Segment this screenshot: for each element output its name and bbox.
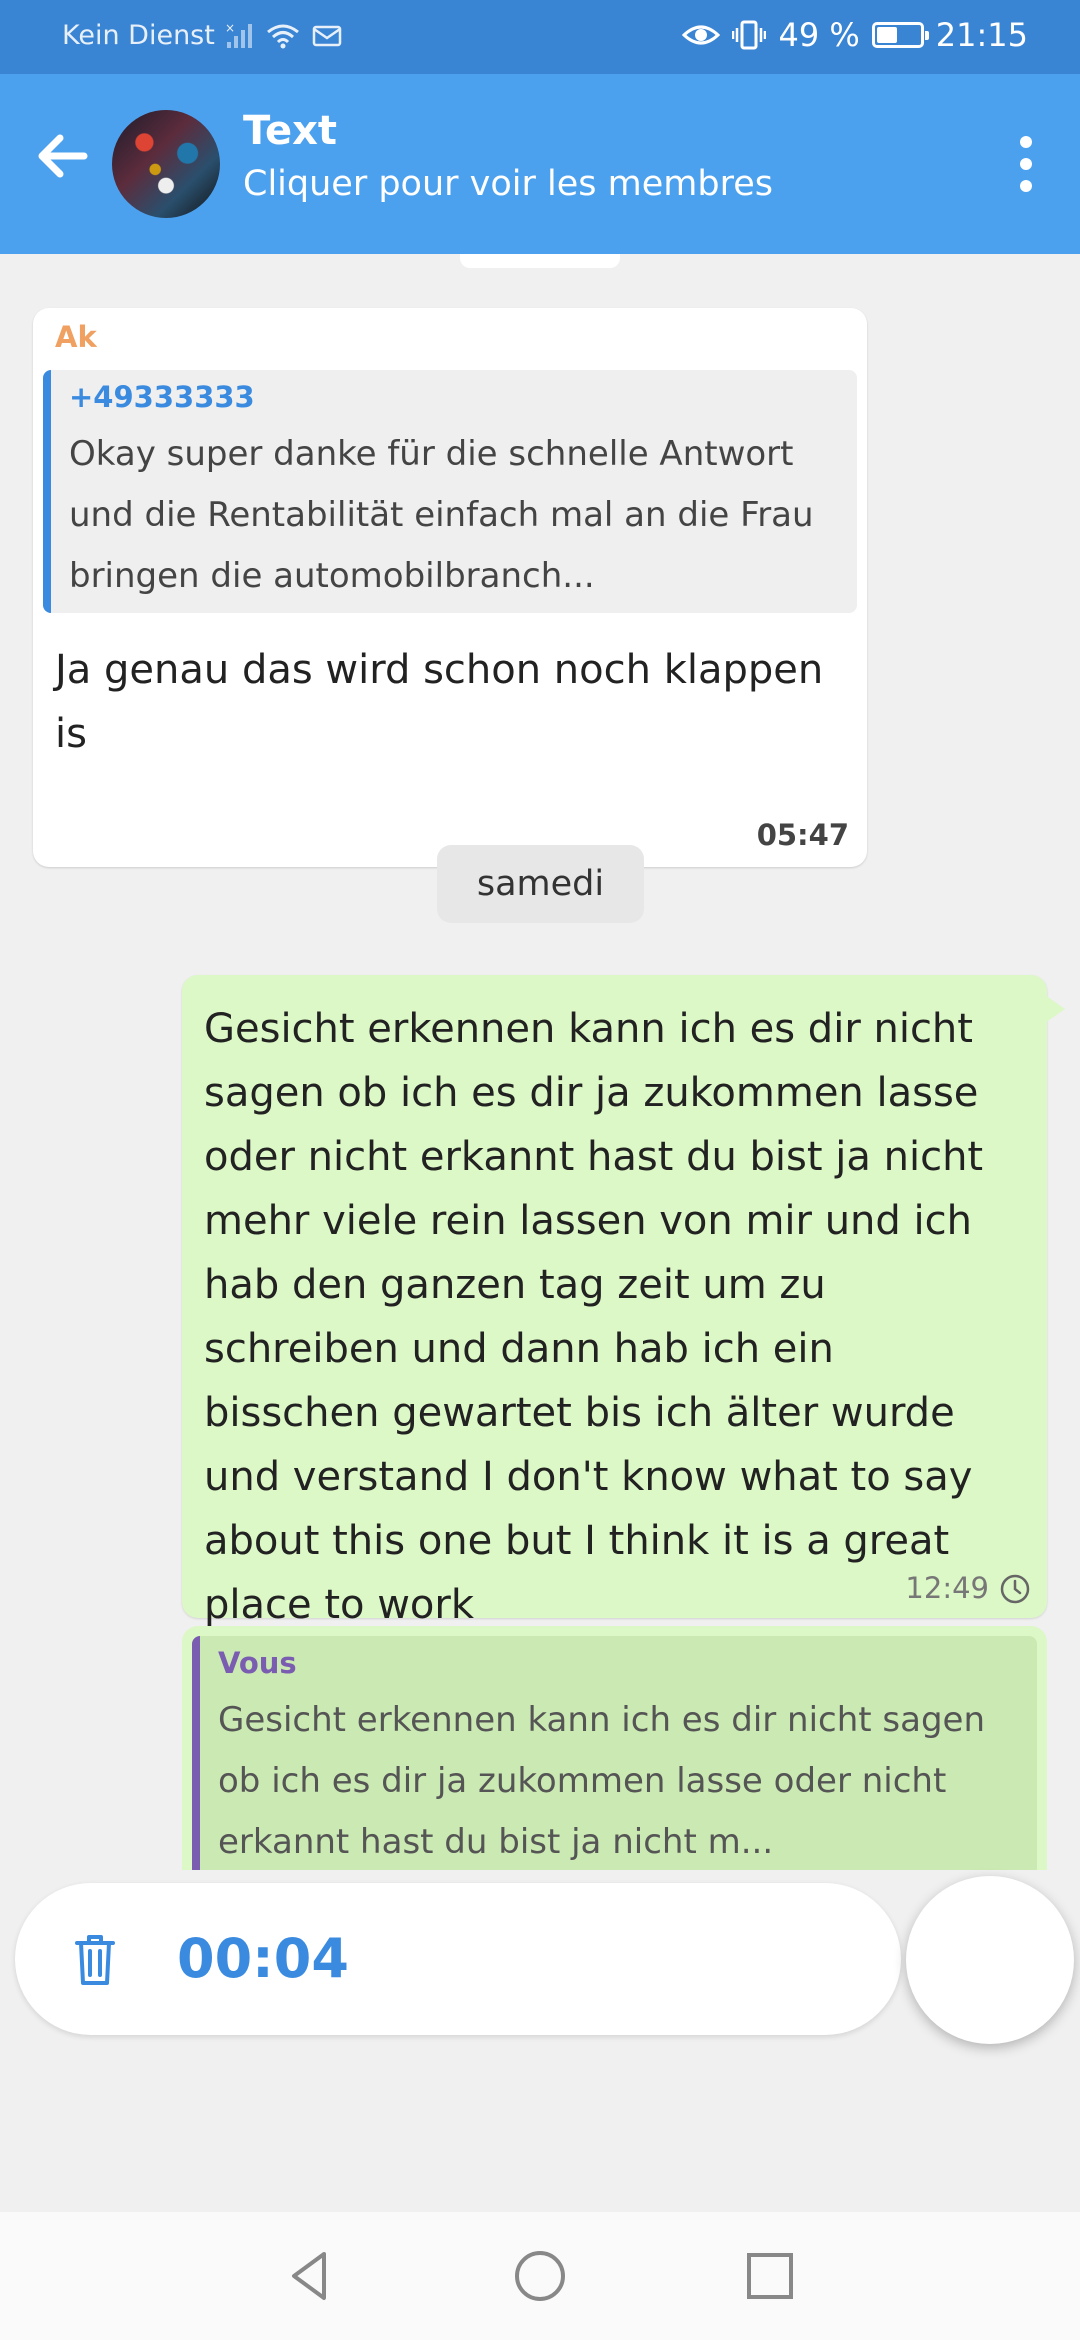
chat-subtitle[interactable]: Cliquer pour voir les membres <box>243 164 773 204</box>
chat-header: Text Cliquer pour voir les membres <box>0 74 1080 254</box>
message-text: Ja genau das wird schon noch klappen is <box>55 647 824 757</box>
clock-time: 21:15 <box>935 16 1028 54</box>
quote-text: Okay super danke für die schnelle Antwor… <box>69 434 814 596</box>
eye-icon <box>682 25 721 45</box>
vibrate-icon <box>732 20 767 50</box>
status-right: 49 % 21:15 <box>682 16 1028 54</box>
battery-icon <box>871 22 929 48</box>
more-options-icon[interactable] <box>1006 136 1046 192</box>
quote-accent-bar <box>43 370 51 613</box>
status-bar: Kein Dienst × 49 % 21:15 <box>0 0 1080 74</box>
quote-text: Gesicht erkennen kann ich es dir nicht s… <box>218 1700 986 1862</box>
carrier-label: Kein Dienst <box>62 20 215 51</box>
back-arrow-icon[interactable] <box>30 124 94 188</box>
quote-author: +49333333 <box>69 380 255 414</box>
dot <box>1020 158 1032 170</box>
dot <box>1020 180 1032 192</box>
message-list[interactable]: Ak +49333333 Okay super danke für die sc… <box>0 254 1080 1870</box>
date-separator: samedi <box>437 845 644 923</box>
message-time: 05:47 <box>756 818 849 852</box>
signal-icon: × <box>225 22 252 48</box>
wifi-icon <box>266 24 299 48</box>
group-avatar[interactable] <box>112 110 220 218</box>
quoted-message[interactable]: Vous Gesicht erkennen kann ich es dir ni… <box>192 1636 1037 1870</box>
back-triangle-icon[interactable] <box>280 2246 340 2306</box>
date-chip-partial <box>460 254 620 268</box>
quoted-message[interactable]: +49333333 Okay super danke für die schne… <box>43 370 857 613</box>
voice-recorder-bar: 00:04 <box>15 1883 901 2035</box>
message-text: Gesicht erkennen kann ich es dir nicht s… <box>204 1006 984 1628</box>
quote-author: Vous <box>218 1646 297 1680</box>
record-button[interactable] <box>906 1876 1074 2044</box>
recording-timer: 00:04 <box>177 1927 349 1990</box>
svg-text:×: × <box>225 22 235 35</box>
clock-icon <box>1000 1574 1030 1604</box>
incoming-message[interactable]: Ak +49333333 Okay super danke für die sc… <box>33 308 867 867</box>
sender-name[interactable]: Ak <box>55 320 97 354</box>
outgoing-reply-message[interactable]: Vous Gesicht erkennen kann ich es dir ni… <box>182 1626 1047 1870</box>
navigation-bar <box>0 2212 1080 2340</box>
quote-accent-bar <box>192 1636 200 1870</box>
status-left: Kein Dienst × <box>62 20 343 51</box>
recents-square-icon[interactable] <box>740 2246 800 2306</box>
home-circle-icon[interactable] <box>510 2246 570 2306</box>
outgoing-message[interactable]: Gesicht erkennen kann ich es dir nicht s… <box>182 975 1065 1628</box>
battery-percent: 49 % <box>778 16 860 54</box>
message-icon <box>312 25 342 46</box>
dot <box>1020 136 1032 148</box>
chat-title[interactable]: Text <box>243 108 337 154</box>
message-time: 12:49 <box>905 1571 989 1605</box>
battery-fill <box>876 27 898 43</box>
trash-icon[interactable] <box>63 1927 127 1991</box>
